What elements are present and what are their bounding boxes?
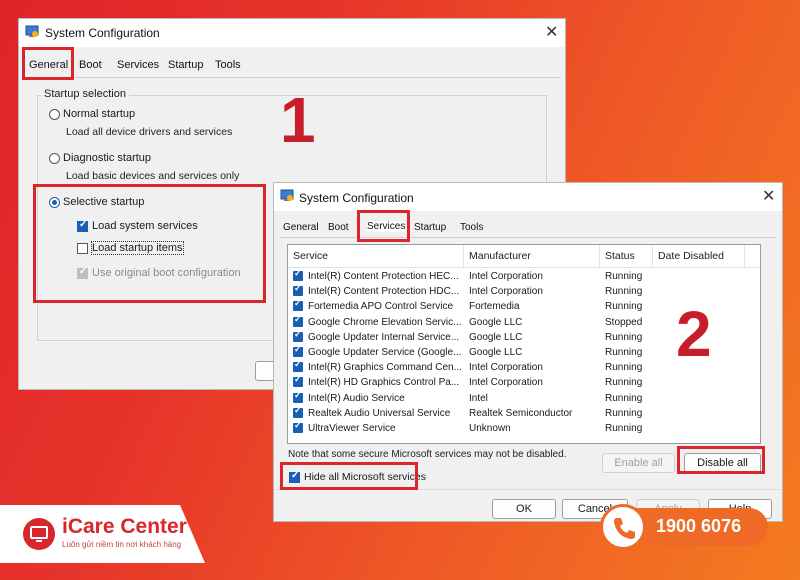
startup-selection-heading: Startup selection (41, 88, 129, 100)
tab-boot[interactable]: Boot (79, 59, 102, 71)
table-row[interactable]: Intel(R) Content Protection HEC... Intel … (288, 268, 760, 284)
brand-name: iCare Center (62, 515, 187, 538)
column-header-manufacturer[interactable]: Manufacturer (464, 245, 600, 267)
service-name: Google Updater Internal Service... (308, 331, 460, 343)
service-status: Running (605, 392, 643, 404)
service-checkbox[interactable] (293, 329, 303, 342)
normal-startup-description: Load all device drivers and services (66, 126, 233, 138)
service-checkbox[interactable] (293, 298, 303, 312)
service-name: Intel(R) Content Protection HDC... (308, 286, 460, 298)
service-name: Fortemedia APO Control Service (308, 301, 454, 313)
table-row[interactable]: Intel(R) Audio Service Intel Running (288, 390, 760, 406)
column-header-service[interactable]: Service (288, 245, 464, 267)
service-name: Intel(R) Audio Service (308, 392, 405, 404)
close-icon[interactable]: ✕ (545, 25, 558, 41)
title-bar: System Configuration ✕ (274, 183, 782, 211)
service-name: Realtek Audio Universal Service (308, 407, 451, 419)
service-name: Google Updater Service (Google... (308, 347, 462, 358)
service-status: Running (605, 377, 643, 389)
icare-logo-icon (22, 517, 56, 551)
step-number-1: 1 (280, 84, 316, 156)
hide-microsoft-services-highlight (280, 462, 418, 490)
step-number-2: 2 (676, 298, 712, 370)
service-status: Running (605, 423, 643, 434)
service-manufacturer: Intel Corporation (469, 362, 543, 374)
tab-strip: General Boot Services Startup Tools (280, 217, 776, 238)
title-bar: System Configuration ✕ (19, 19, 565, 47)
service-status: Running (605, 301, 643, 313)
tab-general[interactable]: General (283, 222, 319, 233)
column-header-date-disabled[interactable]: Date Disabled (653, 245, 745, 267)
service-manufacturer: Intel (469, 392, 488, 404)
service-checkbox[interactable] (293, 359, 303, 373)
brand-logo-banner: iCare Center Luôn gửi niềm tin nơi khách… (0, 505, 205, 563)
service-name: Google Chrome Elevation Servic... (308, 316, 462, 328)
service-manufacturer: Google LLC (469, 331, 523, 343)
service-name: UltraViewer Service (308, 423, 396, 434)
service-checkbox[interactable] (293, 374, 303, 388)
column-header-status[interactable]: Status (600, 245, 653, 267)
tab-services[interactable]: Services (117, 59, 159, 71)
tab-startup[interactable]: Startup (168, 59, 203, 71)
service-status: Running (605, 362, 643, 374)
service-checkbox[interactable] (293, 314, 303, 327)
tab-tools[interactable]: Tools (460, 222, 483, 233)
window-title: System Configuration (299, 191, 414, 205)
hotline-number: 1900 6076 (656, 516, 742, 536)
tab-strip: General Boot Services Startup Tools (25, 55, 561, 78)
msconfig-app-icon (25, 25, 39, 39)
diagnostic-startup-radio[interactable] (49, 153, 60, 164)
service-status: Running (605, 286, 643, 298)
table-row[interactable]: Intel(R) HD Graphics Control Pa... Intel … (288, 374, 760, 390)
selective-startup-highlight (33, 184, 266, 303)
service-checkbox[interactable] (293, 420, 303, 433)
enable-all-button[interactable]: Enable all (602, 453, 675, 473)
service-status: Stopped (605, 316, 643, 328)
diagnostic-startup-label: Diagnostic startup (63, 152, 152, 164)
phone-icon (600, 504, 646, 550)
tab-boot[interactable]: Boot (328, 222, 349, 233)
normal-startup-label: Normal startup (63, 108, 136, 120)
service-status: Running (605, 271, 643, 282)
service-checkbox[interactable] (293, 405, 303, 418)
brand-tagline: Luôn gửi niềm tin nơi khách hàng (62, 540, 182, 549)
service-checkbox[interactable] (293, 390, 303, 403)
table-row[interactable]: Realtek Audio Universal Service Realtek S… (288, 405, 760, 421)
table-row[interactable]: UltraViewer Service Unknown Running (288, 420, 760, 436)
close-icon[interactable]: ✕ (762, 189, 775, 205)
normal-startup-radio[interactable] (49, 109, 60, 120)
service-name: Intel(R) Content Protection HEC... (308, 271, 459, 282)
service-manufacturer: Intel Corporation (469, 286, 543, 298)
service-manufacturer: Realtek Semiconductor (469, 407, 573, 419)
service-manufacturer: Fortemedia (469, 301, 520, 313)
service-checkbox[interactable] (293, 283, 303, 297)
service-status: Running (605, 331, 643, 343)
service-manufacturer: Google LLC (469, 316, 523, 328)
table-row[interactable]: Intel(R) Content Protection HDC... Intel … (288, 283, 760, 299)
service-manufacturer: Intel Corporation (469, 271, 543, 282)
table-header: Service Manufacturer Status Date Disable… (288, 245, 760, 268)
msconfig-app-icon (280, 189, 294, 203)
service-status: Running (605, 347, 643, 358)
service-manufacturer: Google LLC (469, 347, 523, 358)
service-name: Intel(R) Graphics Command Cen... (308, 362, 462, 374)
service-status: Running (605, 407, 643, 419)
tab-tools[interactable]: Tools (215, 59, 241, 71)
service-name: Intel(R) HD Graphics Control Pa... (308, 377, 460, 389)
diagnostic-startup-description: Load basic devices and services only (66, 170, 240, 182)
tab-startup[interactable]: Startup (414, 222, 446, 233)
window-title: System Configuration (45, 26, 160, 40)
service-manufacturer: Unknown (469, 423, 511, 434)
ok-button[interactable]: OK (492, 499, 556, 519)
disable-all-highlight (677, 446, 765, 474)
secure-services-note: Note that some secure Microsoft services… (288, 449, 567, 460)
general-tab-highlight (22, 47, 74, 80)
service-checkbox[interactable] (293, 344, 303, 357)
services-tab-highlight (357, 210, 410, 242)
service-checkbox[interactable] (293, 268, 303, 281)
service-manufacturer: Intel Corporation (469, 377, 543, 389)
